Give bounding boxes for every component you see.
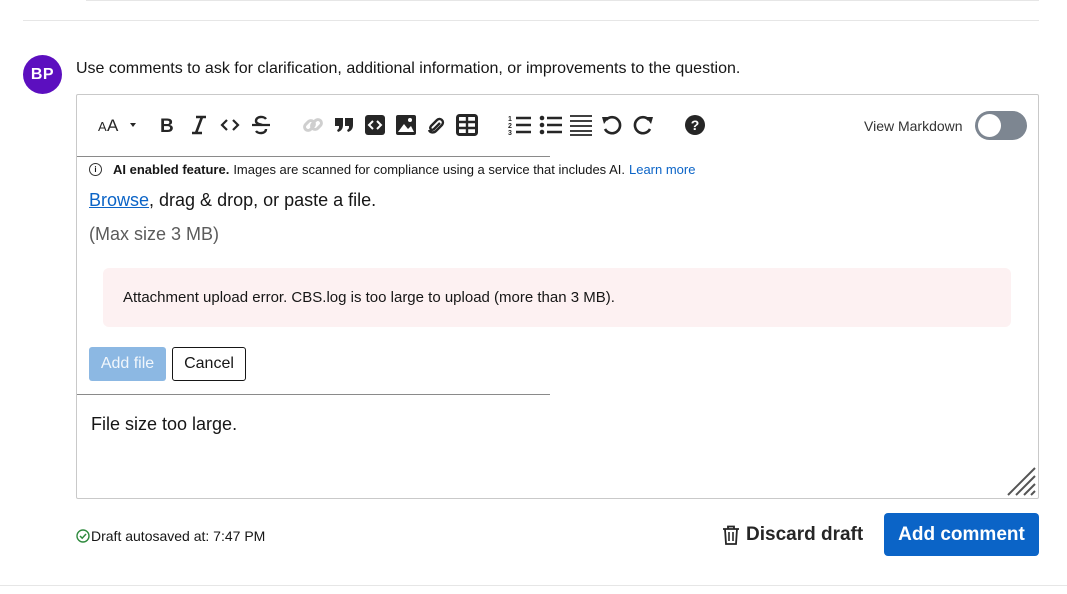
- draft-status: Draft autosaved at: 7:47 PM: [76, 528, 265, 544]
- help-icon[interactable]: ?: [684, 113, 706, 137]
- bold-icon[interactable]: B: [158, 113, 178, 137]
- divider: [86, 0, 1039, 1]
- upload-error-text: Attachment upload error. CBS.log is too …: [123, 289, 615, 306]
- learn-more-link[interactable]: Learn more: [629, 162, 695, 177]
- check-circle-icon: [76, 529, 90, 543]
- ai-notice-title: AI enabled feature.: [113, 162, 230, 177]
- discard-draft-label: Discard draft: [746, 524, 864, 545]
- upload-error-alert: Attachment upload error. CBS.log is too …: [103, 268, 1011, 327]
- info-icon: i: [89, 163, 102, 176]
- code-block-icon[interactable]: [364, 113, 386, 137]
- attachment-icon[interactable]: [425, 113, 447, 137]
- image-icon[interactable]: [395, 113, 417, 137]
- svg-text:1: 1: [508, 116, 512, 123]
- upload-instructions: Browse, drag & drop, or paste a file.: [89, 190, 376, 211]
- add-file-button[interactable]: Add file: [89, 347, 166, 381]
- redo-icon[interactable]: [631, 113, 655, 137]
- horizontal-rule-icon[interactable]: [569, 113, 593, 137]
- discard-draft-button[interactable]: Discard draft: [722, 524, 863, 546]
- svg-text:3: 3: [508, 130, 512, 136]
- divider: [0, 585, 1067, 586]
- svg-text:B: B: [160, 116, 174, 135]
- link-icon: [302, 113, 324, 137]
- avatar[interactable]: BP: [23, 55, 62, 94]
- comment-textarea[interactable]: File size too large.: [91, 414, 237, 435]
- comment-prompt: Use comments to ask for clarification, a…: [76, 60, 741, 77]
- draft-status-text: Draft autosaved at: 7:47 PM: [91, 528, 266, 544]
- code-icon[interactable]: [219, 113, 241, 137]
- toggle-knob: [978, 114, 1001, 137]
- blockquote-icon[interactable]: [333, 113, 355, 137]
- svg-text:A: A: [98, 119, 107, 134]
- ai-notice: i AI enabled feature. Images are scanned…: [89, 162, 695, 177]
- undo-icon[interactable]: [600, 113, 624, 137]
- svg-text:A: A: [107, 116, 119, 135]
- italic-icon[interactable]: [189, 113, 209, 137]
- strikethrough-icon[interactable]: [250, 113, 272, 137]
- browse-link[interactable]: Browse: [89, 190, 149, 210]
- trash-icon: [723, 525, 739, 545]
- add-comment-button[interactable]: Add comment: [884, 513, 1039, 556]
- view-markdown-label: View Markdown: [864, 118, 963, 134]
- divider: [77, 394, 550, 395]
- bulleted-list-icon[interactable]: [539, 113, 563, 137]
- svg-text:2: 2: [508, 123, 512, 130]
- max-size-note: (Max size 3 MB): [89, 224, 220, 244]
- avatar-initials: BP: [30, 65, 55, 83]
- table-icon[interactable]: [456, 113, 478, 137]
- ai-notice-text: Images are scanned for compliance using …: [233, 162, 625, 177]
- view-markdown-toggle[interactable]: [975, 111, 1027, 140]
- numbered-list-icon[interactable]: 123: [508, 113, 532, 137]
- divider: [77, 156, 550, 157]
- upload-instructions-text: , drag & drop, or paste a file.: [149, 190, 377, 210]
- svg-text:?: ?: [691, 117, 700, 133]
- divider: [23, 20, 1039, 21]
- resize-handle-icon[interactable]: [1006, 467, 1036, 496]
- text-size-icon[interactable]: AA: [97, 113, 139, 137]
- cancel-button[interactable]: Cancel: [172, 347, 246, 381]
